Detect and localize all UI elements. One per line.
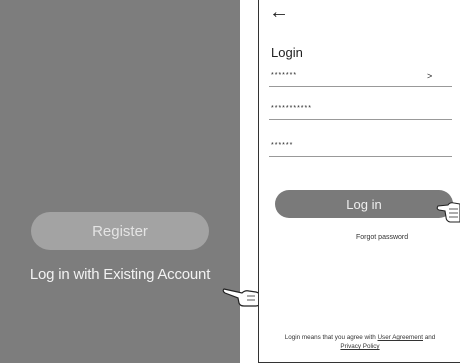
- login-button-label: Log in: [346, 196, 382, 212]
- password-field-value: ******: [271, 142, 294, 149]
- back-arrow-icon[interactable]: ←: [269, 2, 289, 22]
- existing-account-label: Log in with Existing Account: [29, 266, 211, 283]
- register-button[interactable]: Register: [31, 212, 209, 250]
- chevron-right-icon[interactable]: >: [427, 71, 432, 81]
- register-label: Register: [92, 222, 148, 240]
- privacy-policy-link[interactable]: Privacy Policy: [340, 343, 379, 350]
- forgot-password-link[interactable]: Forgot password: [356, 234, 408, 241]
- agreement-text: Login means that you agree with User Agr…: [259, 333, 460, 351]
- page-title: Login: [271, 45, 303, 60]
- login-button[interactable]: Log in: [275, 190, 453, 218]
- welcome-screen: Register Log in with Existing Account: [0, 0, 240, 363]
- account-field-value: *******: [271, 72, 298, 79]
- username-field-value: ***********: [271, 105, 312, 112]
- user-agreement-link[interactable]: User Agreement: [378, 334, 424, 341]
- login-screen: ← Login ******* > *********** ****** Log…: [258, 0, 460, 363]
- pointing-hand-icon: [436, 202, 460, 223]
- agreement-and: and: [423, 334, 436, 341]
- username-field[interactable]: ***********: [269, 103, 452, 120]
- password-field[interactable]: ******: [269, 140, 452, 157]
- account-field[interactable]: ******* >: [269, 70, 452, 87]
- pointing-hand-icon: [222, 288, 261, 307]
- agreement-prefix: Login means that you agree with: [284, 334, 376, 341]
- login-existing-account-link[interactable]: Log in with Existing Account: [0, 266, 240, 283]
